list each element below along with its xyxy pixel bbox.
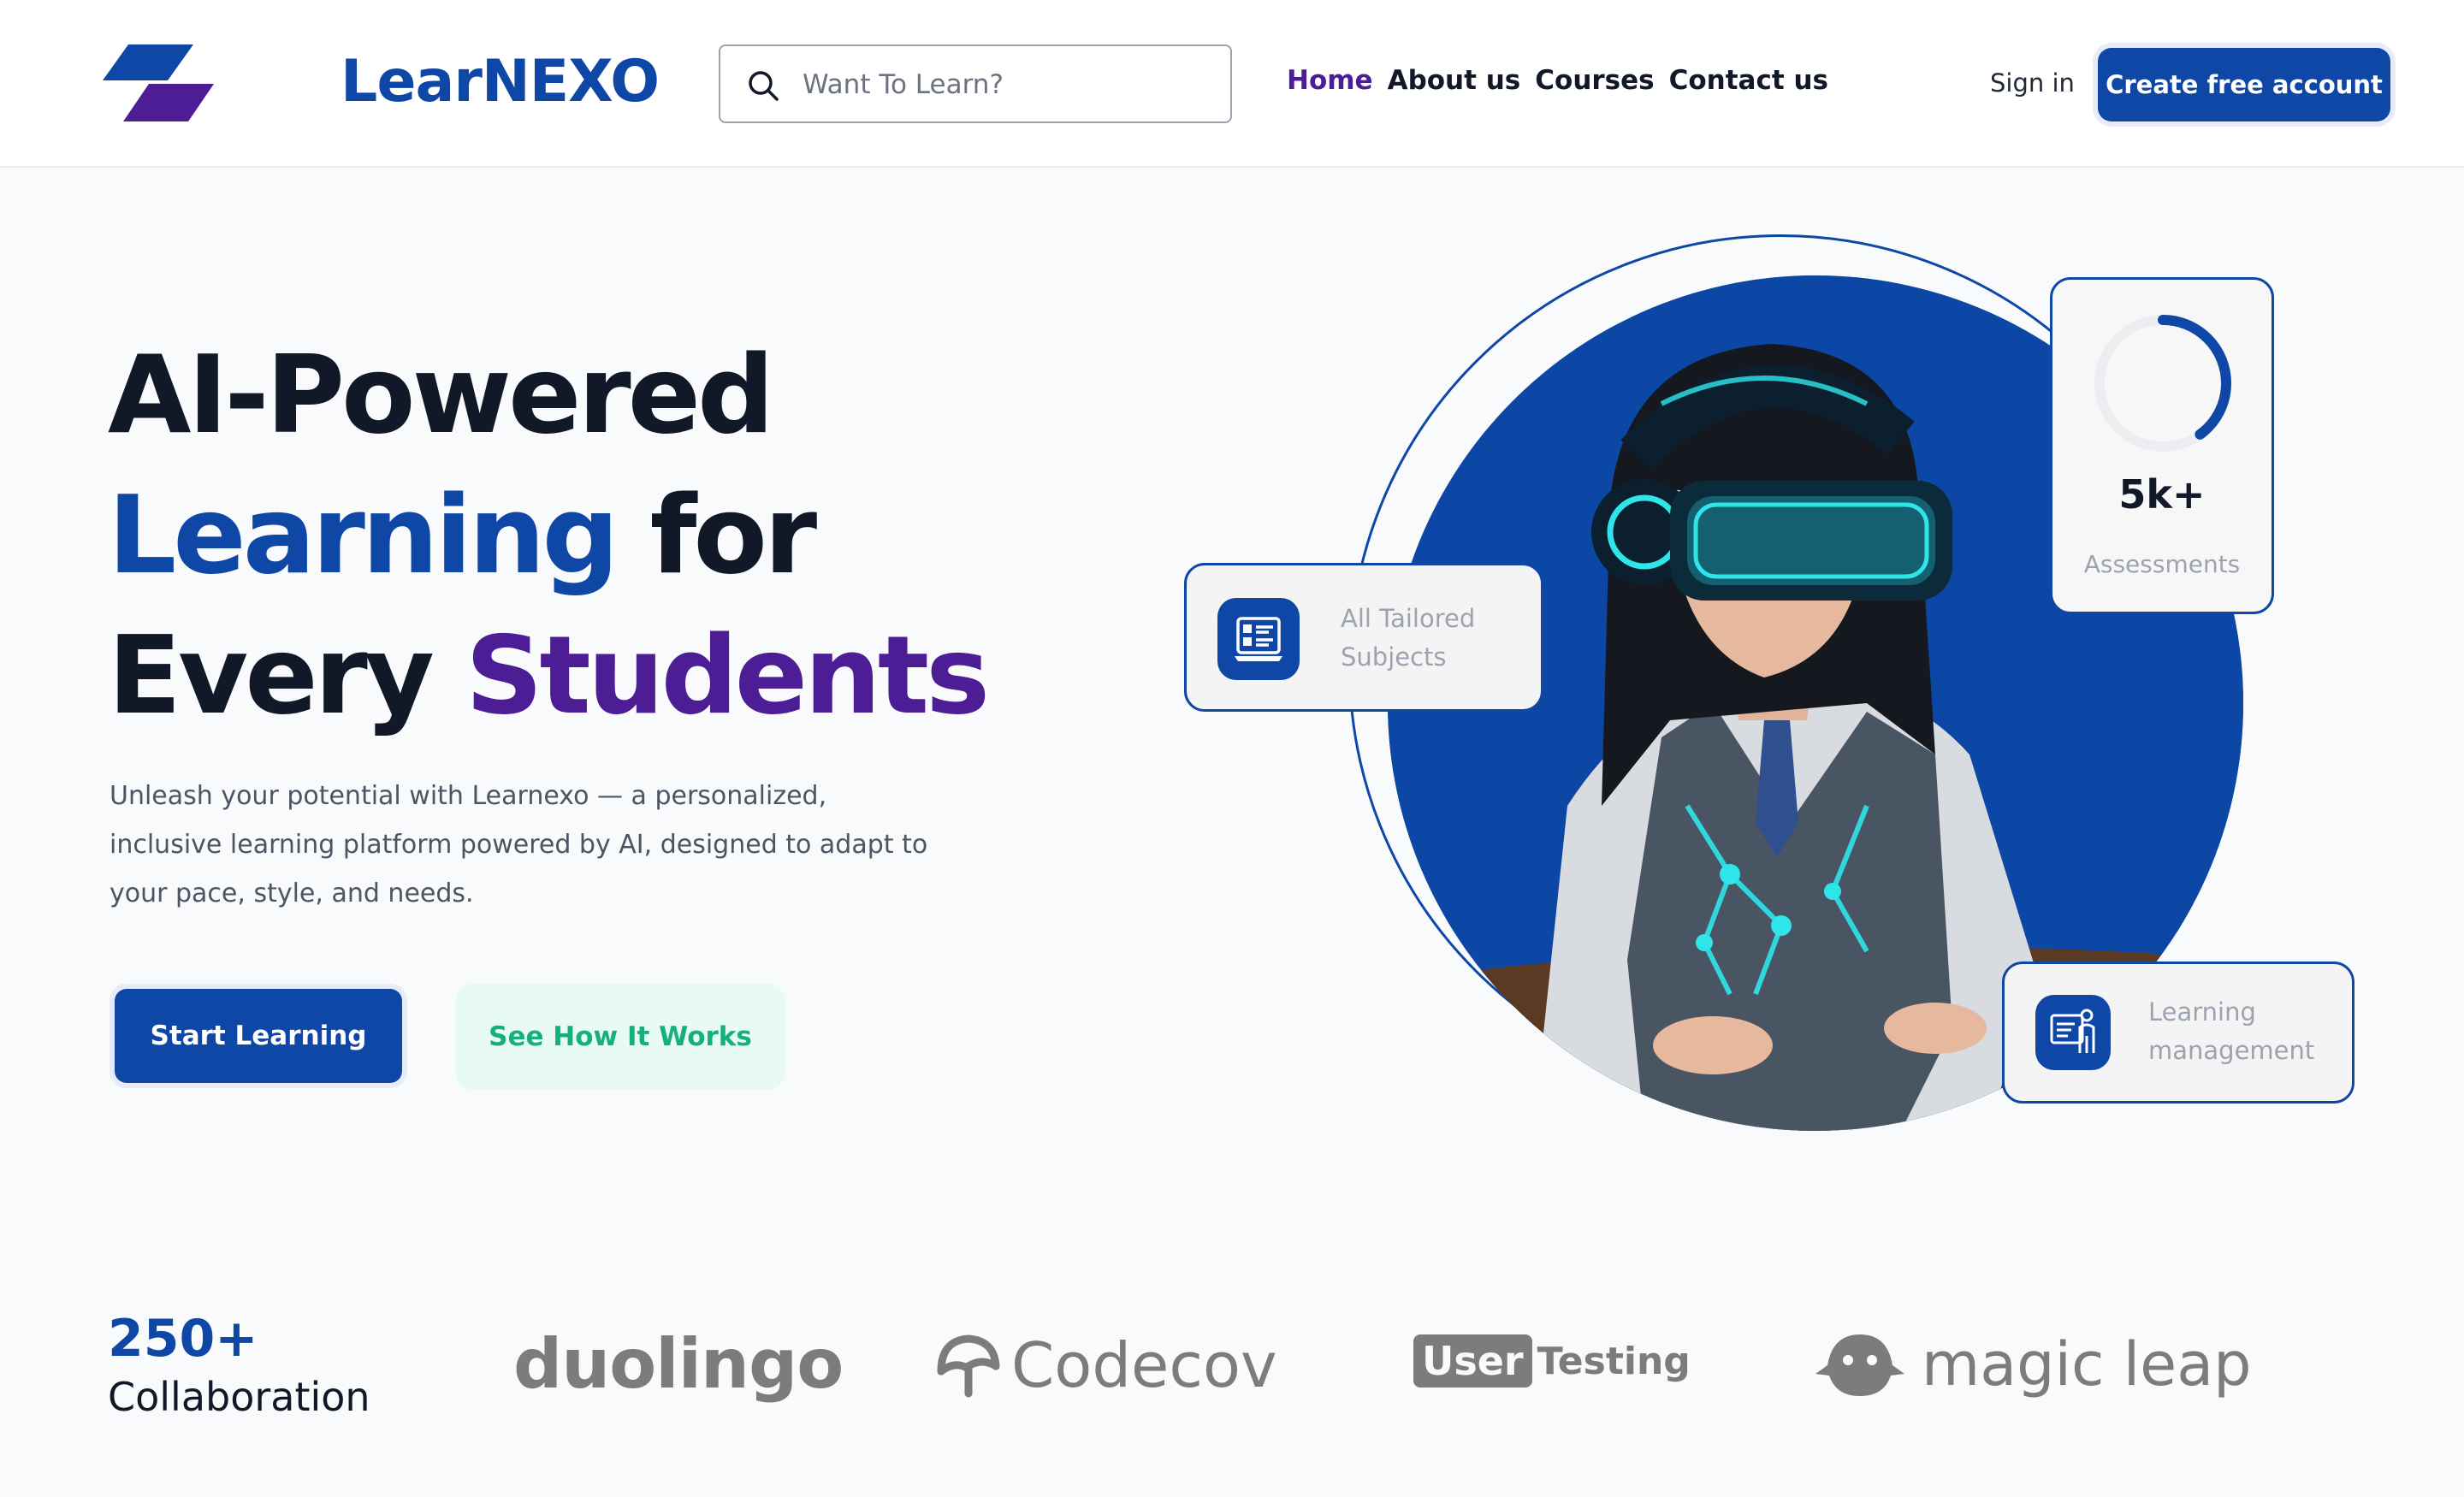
hero-title-highlight-blue: Learning xyxy=(108,472,619,598)
magic-leap-icon xyxy=(1815,1334,1904,1396)
course-list-icon xyxy=(1217,598,1300,680)
assessments-progress-ring xyxy=(2094,315,2231,452)
magic-leap-wordmark: magic leap xyxy=(1922,1329,2252,1399)
hero-title-line-2: Learning for xyxy=(108,465,986,606)
learning-management-card: Learning management xyxy=(2002,962,2354,1104)
logo-mark[interactable] xyxy=(103,43,214,121)
main-nav: Home About us Courses Contact us xyxy=(1287,65,1828,96)
subjects-card-label: All Tailored Subjects xyxy=(1341,604,1476,672)
hero-title-line-1: AI-Powered xyxy=(108,332,774,458)
search-box[interactable] xyxy=(719,44,1232,123)
assessments-label: Assessments xyxy=(2083,550,2241,578)
partner-logo-codecov: Codecov xyxy=(934,1329,1277,1401)
partner-logo-usertesting: User Testing xyxy=(1413,1334,1691,1388)
start-learning-button[interactable]: Start Learning xyxy=(115,989,402,1083)
search-input[interactable] xyxy=(803,62,1213,108)
partner-logo-duolingo: duolingo xyxy=(513,1324,844,1404)
collaboration-label: Collaboration xyxy=(108,1374,370,1420)
usertesting-badge: User xyxy=(1413,1334,1532,1388)
hero-title-highlight-purple: Students xyxy=(465,612,990,738)
assessments-count: 5k+ xyxy=(2118,471,2206,518)
nav-contact-us[interactable]: Contact us xyxy=(1669,65,1828,96)
site-header: LearNEXO Home About us Courses Contact u… xyxy=(0,0,2464,168)
partner-logo-magic-leap: magic leap xyxy=(1815,1329,2252,1399)
learning-management-label: Learning management xyxy=(2148,997,2315,1065)
collaboration-count: 250+ xyxy=(108,1309,258,1369)
learning-management-icon xyxy=(2035,995,2111,1070)
brand-name[interactable]: LearNEXO xyxy=(341,48,660,115)
nav-courses[interactable]: Courses xyxy=(1535,65,1654,96)
nav-about-us[interactable]: About us xyxy=(1388,65,1521,96)
hero-title-for: for xyxy=(615,472,818,598)
codecov-icon xyxy=(937,1334,1000,1398)
nav-home[interactable]: Home xyxy=(1287,65,1373,96)
codecov-wordmark: Codecov xyxy=(1011,1329,1277,1401)
search-icon xyxy=(749,71,779,101)
hero-title-every: Every xyxy=(108,612,465,738)
create-account-button[interactable]: Create free account xyxy=(2098,48,2390,121)
see-how-it-works-button[interactable]: See How It Works xyxy=(455,984,785,1090)
hero-title: AI-Powered Learning for Every Students xyxy=(108,325,990,746)
usertesting-wordmark: Testing xyxy=(1537,1339,1691,1383)
subjects-card: All Tailored Subjects xyxy=(1184,563,1543,712)
hero-description: Unleash your potential with Learnexo — a… xyxy=(110,781,928,908)
sign-in-link[interactable]: Sign in xyxy=(1990,68,2075,98)
assessments-card: 5k+ Assessments xyxy=(2050,277,2274,614)
hero-title-line-3: Every Students xyxy=(108,606,990,746)
